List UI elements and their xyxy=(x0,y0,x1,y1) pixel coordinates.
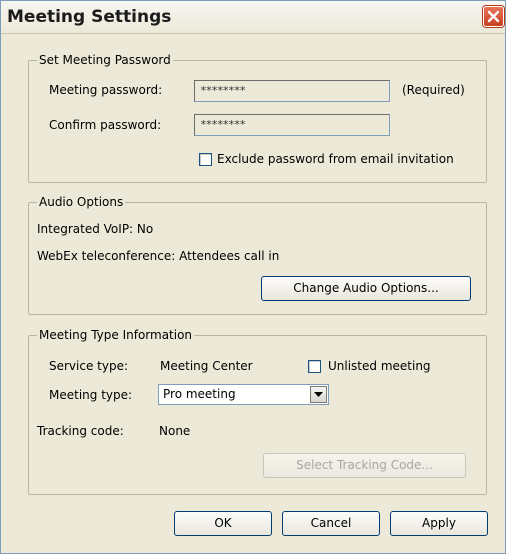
required-label: (Required) xyxy=(402,83,465,97)
apply-button[interactable]: Apply xyxy=(390,511,488,536)
meeting-type-selected: Pro meeting xyxy=(163,387,236,401)
select-tracking-code-button[interactable]: Select Tracking Code... xyxy=(263,453,466,478)
integrated-voip-text: Integrated VoIP: No xyxy=(37,222,154,236)
dropdown-arrow-button[interactable] xyxy=(310,386,327,403)
exclude-password-label[interactable]: Exclude password from email invitation xyxy=(217,152,454,166)
meeting-settings-dialog: Meeting Settings Set Meeting Password Me… xyxy=(0,0,506,554)
unlisted-meeting-checkbox[interactable] xyxy=(308,360,321,373)
meeting-password-field[interactable]: ******** xyxy=(194,80,390,102)
confirm-password-field[interactable]: ******** xyxy=(194,114,390,136)
dialog-title: Meeting Settings xyxy=(7,7,172,27)
password-group-legend: Set Meeting Password xyxy=(37,53,173,67)
exclude-password-checkbox[interactable] xyxy=(199,153,212,166)
title-bar[interactable]: Meeting Settings xyxy=(1,1,505,34)
tracking-code-value: None xyxy=(159,424,191,438)
close-icon xyxy=(487,10,500,23)
meeting-password-label: Meeting password: xyxy=(49,83,163,97)
unlisted-meeting-label[interactable]: Unlisted meeting xyxy=(328,359,431,373)
confirm-password-label: Confirm password: xyxy=(49,118,162,132)
audio-options-legend: Audio Options xyxy=(37,195,126,209)
meeting-type-legend: Meeting Type Information xyxy=(37,328,195,342)
ok-button[interactable]: OK xyxy=(174,511,272,536)
meeting-type-label: Meeting type: xyxy=(49,388,133,402)
cancel-button[interactable]: Cancel xyxy=(282,511,380,536)
tracking-code-label: Tracking code: xyxy=(37,424,124,438)
meeting-type-select[interactable]: Pro meeting xyxy=(158,384,329,405)
chevron-down-icon xyxy=(314,392,323,397)
service-type-label: Service type: xyxy=(49,359,129,373)
change-audio-options-button[interactable]: Change Audio Options... xyxy=(261,276,471,301)
close-button[interactable] xyxy=(483,6,504,27)
webex-teleconference-text: WebEx teleconference: Attendees call in xyxy=(37,249,280,263)
service-type-value: Meeting Center xyxy=(160,359,253,373)
